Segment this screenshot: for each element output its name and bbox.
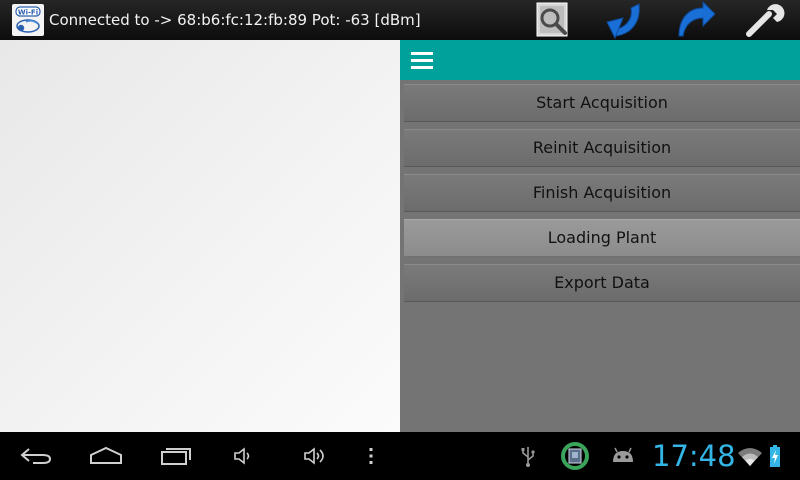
export-data-button[interactable]: Export Data: [404, 264, 800, 302]
action-bar: Wi-Fi Connected to -> 68:b6:fc:12:fb:89 …: [0, 0, 800, 40]
connection-status: Connected to -> 68:b6:fc:12:fb:89 Pot: -…: [49, 11, 421, 29]
usb-icon: [521, 447, 535, 467]
nav-home-button[interactable]: [84, 432, 128, 480]
wrench-icon: [746, 4, 785, 37]
settings-button[interactable]: [742, 0, 788, 40]
menu-panel: Start Acquisition Reinit Acquisition Fin…: [400, 40, 800, 432]
finish-acquisition-button[interactable]: Finish Acquisition: [404, 174, 800, 212]
system-clock: 17:48: [652, 439, 736, 473]
redo-arrow-icon: [678, 0, 716, 37]
battery-indicator: [767, 432, 783, 480]
volume-up-icon: [304, 447, 324, 465]
system-nav-bar: 17:48: [0, 432, 800, 480]
overflow-menu-button[interactable]: [360, 432, 382, 480]
reinit-acquisition-button[interactable]: Reinit Acquisition: [404, 129, 800, 167]
hamburger-icon: [411, 52, 433, 69]
sync-app-icon: [561, 442, 589, 470]
redo-button[interactable]: [672, 0, 718, 40]
debug-indicator: [608, 432, 638, 480]
search-icon: [536, 2, 568, 37]
usb-indicator: [516, 432, 540, 480]
wifi-icon: [738, 448, 762, 466]
app-icon-label: Wi-Fi: [18, 9, 38, 17]
battery-charging-icon: [770, 445, 780, 467]
start-acquisition-button[interactable]: Start Acquisition: [404, 84, 800, 122]
loading-plant-button[interactable]: Loading Plant: [404, 219, 800, 257]
undo-arrow-icon: [606, 3, 640, 40]
app-notification-indicator: [558, 432, 592, 480]
volume-down-icon: [234, 447, 250, 465]
volume-up-button[interactable]: [296, 432, 336, 480]
menu-toggle-button[interactable]: [410, 48, 434, 72]
wifi-indicator: [736, 432, 764, 480]
nav-recent-apps-button[interactable]: [154, 432, 198, 480]
menu-list: Start Acquisition Reinit Acquisition Fin…: [404, 84, 800, 309]
content-area: [0, 40, 400, 432]
menu-header: [400, 40, 800, 80]
undo-button[interactable]: [600, 0, 646, 40]
volume-down-button[interactable]: [226, 432, 262, 480]
home-icon: [90, 446, 122, 464]
back-icon: [20, 448, 52, 464]
overflow-menu-icon: [369, 448, 373, 464]
app-screen: Wi-Fi Connected to -> 68:b6:fc:12:fb:89 …: [0, 0, 800, 480]
nav-back-button[interactable]: [14, 432, 58, 480]
recent-apps-icon: [161, 448, 191, 465]
search-button[interactable]: [530, 0, 576, 40]
android-debug-icon: [613, 447, 633, 462]
wifi-app-icon: Wi-Fi: [12, 4, 44, 36]
